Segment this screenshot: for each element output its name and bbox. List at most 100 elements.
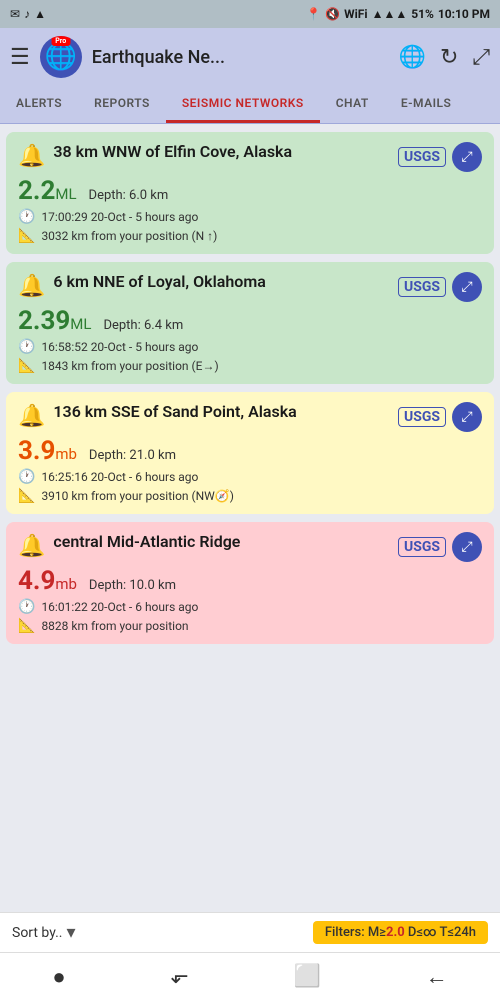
time-2: 16:58:52 20-Oct - 5 hours ago (41, 340, 198, 354)
mail-icon: ✉ (10, 7, 20, 21)
card-header-4: 🔔 central Mid-Atlantic Ridge USGS ⤢ (18, 532, 482, 562)
distance-row-3: 📐 3910 km from your position (NW🧭) (18, 488, 482, 504)
filter-rest: D≤∞ T≤24h (405, 925, 476, 940)
tab-emails[interactable]: E-MAILS (385, 86, 468, 123)
share-button-4[interactable]: ⤢ (452, 532, 482, 562)
sort-left[interactable]: Sort by.. ▾ (12, 922, 76, 943)
card-source-4: USGS ⤢ (398, 532, 482, 562)
magnitude-1: 2.2ML (18, 176, 77, 206)
time-row-3: 🕐 16:25:16 20-Oct - 6 hours ago (18, 469, 482, 485)
earthquake-list: 🔔 38 km WNW of Elfin Cove, Alaska USGS ⤢… (0, 124, 500, 760)
sort-label[interactable]: Sort by.. (12, 925, 63, 941)
distance-1: 3032 km from your position (N ↑) (41, 229, 217, 243)
card-details-4: 4.9mb Depth: 10.0 km 🕐 16:01:22 20-Oct -… (18, 566, 482, 634)
distance-2: 1843 km from your position (E→) (41, 359, 218, 373)
menu-button[interactable]: ☰ (10, 45, 30, 70)
earthquake-icon-1: 🔔 (18, 144, 45, 169)
card-source-3: USGS ⤢ (398, 402, 482, 432)
earthquake-location-2: 6 km NNE of Loyal, Oklahoma (53, 272, 398, 293)
distance-4: 8828 km from your position (41, 619, 188, 633)
distance-row-1: 📐 3032 km from your position (N ↑) (18, 228, 482, 244)
pro-badge: Pro (51, 36, 70, 46)
app-title: Earthquake Ne... (92, 47, 389, 68)
header-action-icons: 🌐 ↻ ⤢ (399, 45, 490, 70)
sort-dropdown-icon[interactable]: ▾ (67, 922, 76, 943)
wifi-icon: WiFi (344, 7, 367, 21)
time-row-1: 🕐 17:00:29 20-Oct - 5 hours ago (18, 209, 482, 225)
magnitude-3: 3.9mb (18, 436, 77, 466)
distance-3: 3910 km from your position (NW🧭) (41, 489, 234, 503)
music-icon: ♪ (24, 7, 30, 21)
tab-reports[interactable]: REPORTS (78, 86, 166, 123)
usgs-badge-2: USGS (398, 277, 446, 297)
sort-bar: Sort by.. ▾ Filters: M≥2.0 D≤∞ T≤24h (0, 912, 500, 952)
usgs-badge-3: USGS (398, 407, 446, 427)
time-row-4: 🕐 16:01:22 20-Oct - 6 hours ago (18, 599, 482, 615)
clock-icon-2: 🕐 (18, 339, 35, 355)
card-source-1: USGS ⤢ (398, 142, 482, 172)
expand-icon[interactable]: ⤢ (472, 45, 490, 70)
card-header-2: 🔔 6 km NNE of Loyal, Oklahoma USGS ⤢ (18, 272, 482, 302)
nav-home-icon[interactable]: ● (52, 964, 65, 990)
earthquake-icon-2: 🔔 (18, 274, 45, 299)
mute-icon: 🔇 (325, 7, 340, 21)
tab-alerts[interactable]: ALERTS (0, 86, 78, 123)
nav-recents-icon[interactable]: ⬜ (293, 964, 320, 989)
mag-row-4: 4.9mb Depth: 10.0 km (18, 566, 482, 596)
card-source-2: USGS ⤢ (398, 272, 482, 302)
battery-level: 51% (411, 7, 434, 21)
app-logo: 🌐 Pro (40, 36, 82, 78)
earthquake-card-4[interactable]: 🔔 central Mid-Atlantic Ridge USGS ⤢ 4.9m… (6, 522, 494, 644)
share-button-1[interactable]: ⤢ (452, 142, 482, 172)
earthquake-card-1[interactable]: 🔔 38 km WNW of Elfin Cove, Alaska USGS ⤢… (6, 132, 494, 254)
distance-row-4: 📐 8828 km from your position (18, 618, 482, 634)
nav-back-icon[interactable]: ⬐ (170, 964, 188, 989)
earthquake-card-3[interactable]: 🔔 136 km SSE of Sand Point, Alaska USGS … (6, 392, 494, 514)
distance-icon-2: 📐 (18, 358, 35, 374)
share-button-3[interactable]: ⤢ (452, 402, 482, 432)
mag-row-3: 3.9mb Depth: 21.0 km (18, 436, 482, 466)
signal-icon: ▲ (34, 7, 46, 21)
usgs-badge-1: USGS (398, 147, 446, 167)
app-header: ☰ 🌐 Pro Earthquake Ne... 🌐 ↻ ⤢ (0, 28, 500, 86)
earthquake-location-4: central Mid-Atlantic Ridge (53, 532, 398, 553)
earthquake-icon-4: 🔔 (18, 534, 45, 559)
clock-icon-1: 🕐 (18, 209, 35, 225)
card-header-3: 🔔 136 km SSE of Sand Point, Alaska USGS … (18, 402, 482, 432)
share-button-2[interactable]: ⤢ (452, 272, 482, 302)
magnitude-4: 4.9mb (18, 566, 77, 596)
distance-icon-4: 📐 (18, 618, 35, 634)
nav-arrow-icon[interactable]: ← (426, 964, 448, 990)
filter-mag-value: 2.0 (386, 925, 405, 940)
depth-2: Depth: 6.4 km (103, 318, 183, 333)
depth-1: Depth: 6.0 km (89, 188, 169, 203)
mag-row-2: 2.39ML Depth: 6.4 km (18, 306, 482, 336)
bottom-nav: ● ⬐ ⬜ ← (0, 952, 500, 1000)
card-header-1: 🔔 38 km WNW of Elfin Cove, Alaska USGS ⤢ (18, 142, 482, 172)
card-title-row-4: 🔔 central Mid-Atlantic Ridge (18, 532, 398, 559)
cellular-icon: ▲▲▲ (372, 7, 408, 21)
refresh-icon[interactable]: ↻ (440, 45, 458, 70)
time-1: 17:00:29 20-Oct - 5 hours ago (41, 210, 198, 224)
tab-seismic-networks[interactable]: SEISMIC NETWORKS (166, 86, 320, 123)
card-title-row-2: 🔔 6 km NNE of Loyal, Oklahoma (18, 272, 398, 299)
earthquake-location-1: 38 km WNW of Elfin Cove, Alaska (53, 142, 398, 163)
clock-time: 10:10 PM (438, 7, 490, 21)
earthquake-card-2[interactable]: 🔔 6 km NNE of Loyal, Oklahoma USGS ⤢ 2.3… (6, 262, 494, 384)
card-details-2: 2.39ML Depth: 6.4 km 🕐 16:58:52 20-Oct -… (18, 306, 482, 374)
usgs-badge-4: USGS (398, 537, 446, 557)
clock-icon-4: 🕐 (18, 599, 35, 615)
card-details-1: 2.2ML Depth: 6.0 km 🕐 17:00:29 20-Oct - … (18, 176, 482, 244)
tab-chat[interactable]: CHAT (320, 86, 385, 123)
earthquake-icon-3: 🔔 (18, 404, 45, 429)
earthquake-location-3: 136 km SSE of Sand Point, Alaska (53, 402, 398, 423)
card-details-3: 3.9mb Depth: 21.0 km 🕐 16:25:16 20-Oct -… (18, 436, 482, 504)
time-3: 16:25:16 20-Oct - 6 hours ago (41, 470, 198, 484)
status-bar: ✉ ♪ ▲ 📍 🔇 WiFi ▲▲▲ 51% 10:10 PM (0, 0, 500, 28)
location-icon: 📍 (306, 7, 321, 21)
filter-badge[interactable]: Filters: M≥2.0 D≤∞ T≤24h (313, 921, 488, 944)
card-title-row-1: 🔔 38 km WNW of Elfin Cove, Alaska (18, 142, 398, 169)
globe-nav-icon[interactable]: 🌐 (399, 45, 426, 70)
distance-icon-1: 📐 (18, 228, 35, 244)
mag-row-1: 2.2ML Depth: 6.0 km (18, 176, 482, 206)
